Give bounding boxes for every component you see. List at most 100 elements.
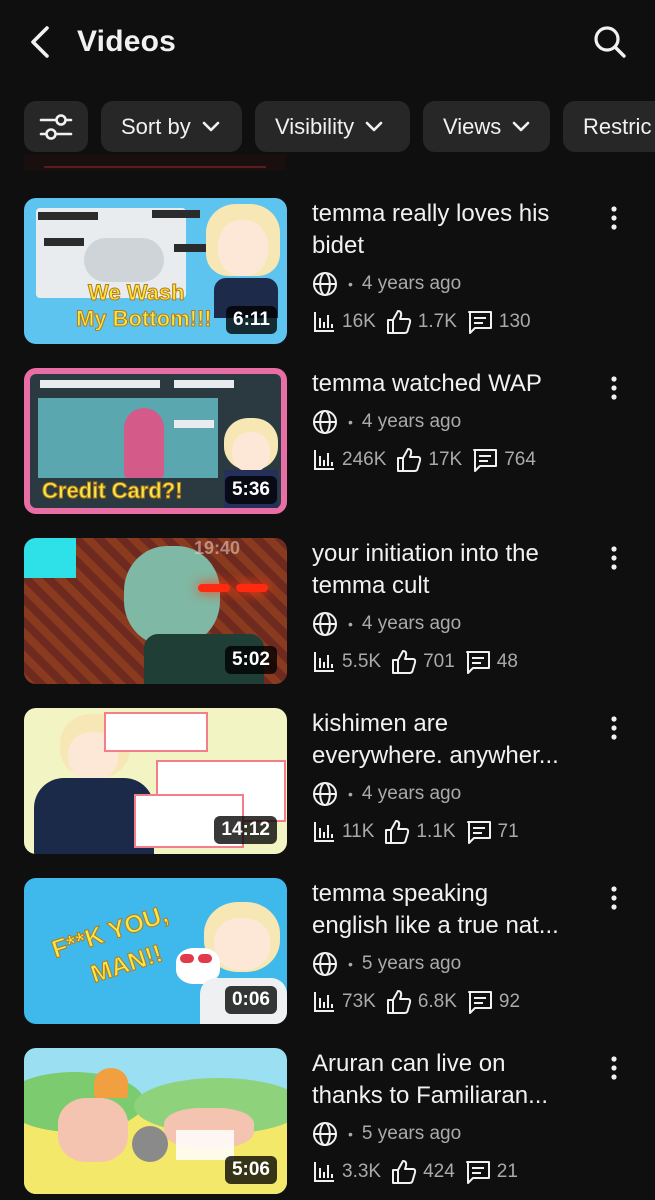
thumbnail-clock-text: 19:40 [194,538,241,558]
video-age: 5 years ago [361,953,462,974]
views-count: 5.5K [342,651,382,672]
video-item[interactable]: 19:40 5:02 your initiation into the temm… [0,538,655,684]
chip-label: Views [443,113,502,139]
chip-label: Visibility [275,113,355,139]
comment-icon [465,651,490,674]
comments-count: 21 [496,1161,518,1182]
chevron-down-icon [511,120,531,134]
thumbs-up-icon [392,1160,417,1184]
comment-icon [465,1161,490,1184]
thumbs-up-icon [386,990,411,1014]
more-options-button[interactable] [600,370,628,406]
chip-views[interactable]: Views [423,101,550,152]
comment-icon [466,821,491,844]
likes-count: 6.8K [417,991,457,1012]
likes-count: 1.1K [416,821,456,842]
more-options-button[interactable] [600,540,628,576]
chip-sort-by[interactable]: Sort by [101,101,242,152]
likes-count: 1.7K [417,311,457,332]
chevron-left-icon [31,26,49,58]
more-options-button[interactable] [600,1050,628,1086]
likes-count: 17K [428,449,463,470]
analytics-bars-icon [314,312,334,332]
globe-icon [313,1122,337,1146]
globe-icon [313,272,337,296]
video-title[interactable]: kishimen are everywhere. anywher... [312,708,588,772]
comment-icon [467,311,492,334]
vertical-dots-icon [611,886,617,910]
thumbs-up-icon [386,310,411,334]
thumbs-up-icon [385,820,410,844]
video-meta: • 5 years ago [312,1120,461,1148]
video-title[interactable]: Aruran can live on thanks to Familiaran.… [312,1048,588,1112]
globe-icon [313,952,337,976]
video-age: 5 years ago [361,1123,462,1144]
comments-count: 48 [496,651,518,672]
comments-count: 92 [498,991,521,1012]
vertical-dots-icon [611,716,617,740]
chevron-down-icon [364,120,384,134]
video-stats: 73K 6.8K 92 [312,988,530,1016]
analytics-bars-icon [314,652,334,672]
chip-label: Restric [583,113,652,139]
search-button[interactable] [588,20,632,64]
video-title[interactable]: temma really loves his bidet [312,198,588,262]
more-options-button[interactable] [600,880,628,916]
page-title: Videos [77,25,177,58]
views-count: 73K [342,991,376,1012]
chip-restrictions[interactable]: Restric [563,101,655,152]
video-stats: 5.5K 701 48 [312,648,528,676]
video-item[interactable]: 14:12 kishimen are everywhere. anywher..… [0,708,655,854]
video-duration: 14:12 [214,816,277,844]
video-thumbnail[interactable]: Credit Card?! 5:36 [24,368,287,514]
video-meta: • 4 years ago [312,270,461,298]
video-thumbnail[interactable]: 19:40 5:02 [24,538,287,684]
video-thumbnail[interactable]: F**K YOU, MAN!! 0:06 [24,878,287,1024]
video-duration: 6:11 [226,306,277,334]
back-button[interactable] [20,22,60,62]
video-thumbnail[interactable]: We Wash My Bottom!!! 6:11 [24,198,287,344]
filter-bar: Sort by Visibility Views Restric [24,101,655,152]
analytics-bars-icon [314,450,334,470]
chip-label: Sort by [121,113,191,139]
video-title[interactable]: temma watched WAP [312,368,588,400]
filter-settings-button[interactable] [24,101,88,152]
video-stats: 3.3K 424 21 [312,1158,528,1186]
app-header: Videos [0,0,655,84]
more-options-button[interactable] [600,200,628,236]
views-count: 246K [342,449,387,470]
chevron-down-icon [201,120,221,134]
video-age: 4 years ago [361,273,462,294]
video-item[interactable]: Credit Card?! 5:36 temma watched WAP • 4… [0,368,655,514]
video-item[interactable]: We Wash My Bottom!!! 6:11 temma really l… [0,198,655,344]
video-stats: 11K 1.1K 71 [312,818,529,846]
vertical-dots-icon [611,206,617,230]
video-thumbnail[interactable]: 14:12 [24,708,287,854]
video-duration: 0:06 [224,986,277,1014]
vertical-dots-icon [611,546,617,570]
video-item[interactable]: F**K YOU, MAN!! 0:06 temma speaking engl… [0,878,655,1024]
comments-count: 130 [498,311,531,332]
video-meta: • 4 years ago [312,610,461,638]
video-thumbnail[interactable]: 5:06 [24,1048,287,1194]
more-options-button[interactable] [600,710,628,746]
video-title[interactable]: temma speaking english like a true nat..… [312,878,588,942]
sliders-icon [39,113,73,140]
video-age: 4 years ago [361,783,462,804]
chip-visibility[interactable]: Visibility [255,101,410,152]
globe-icon [313,782,337,806]
video-meta: • 5 years ago [312,950,461,978]
thumbnail-caption: Credit Card?! [42,478,184,504]
video-title[interactable]: your initiation into the temma cult [312,538,588,602]
video-meta: • 4 years ago [312,408,461,436]
video-age: 4 years ago [361,613,462,634]
comment-icon [473,449,498,472]
thumbs-up-icon [392,650,417,674]
comments-count: 764 [504,449,536,470]
search-icon [594,26,626,58]
globe-icon [313,612,337,636]
video-item[interactable]: 5:06 Aruran can live on thanks to Famili… [0,1048,655,1194]
analytics-bars-icon [314,992,334,1012]
thumbnail-caption: We Wash [88,280,186,306]
previous-video-thumbnail-edge [24,154,286,170]
